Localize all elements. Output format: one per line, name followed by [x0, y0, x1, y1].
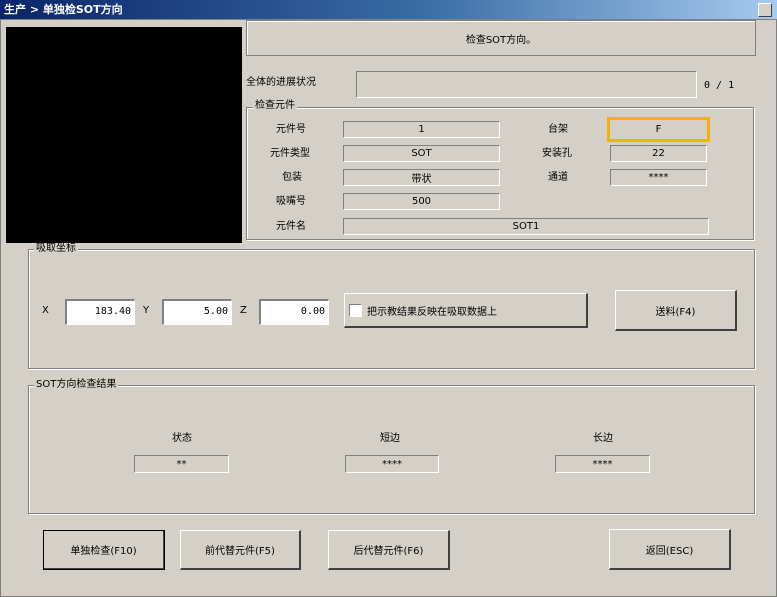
pickup-group-title: 吸取坐标 — [34, 243, 78, 255]
nozzle-value: 500 — [343, 193, 500, 210]
single-check-button[interactable]: 单独检查(F10) — [43, 530, 165, 570]
reflect-label: 把示教结果反映在吸取数据上 — [367, 306, 497, 318]
x-label: X — [42, 305, 49, 316]
part-no-label: 元件号 — [276, 124, 306, 135]
part-name-value: SOT1 — [343, 218, 709, 235]
y-label: Y — [143, 305, 150, 316]
package-value: 带状 — [343, 169, 500, 186]
part-no-value: 1 — [343, 121, 500, 138]
progress-count: 0 / 1 — [704, 80, 735, 91]
progress-label: 全体的进展状况 — [246, 77, 316, 88]
hole-label: 安装孔 — [542, 148, 572, 159]
package-label: 包装 — [282, 172, 302, 183]
stage-value: F — [607, 117, 710, 142]
reflect-checkbox-button[interactable]: 把示教结果反映在吸取数据上 — [344, 293, 588, 328]
window-control-button[interactable] — [758, 3, 772, 17]
result-group-title: SOT方向检查结果 — [34, 379, 119, 391]
part-name-label: 元件名 — [276, 221, 306, 232]
window-title: 生产 > 单独检SOT方向 — [0, 0, 777, 20]
back-button[interactable]: 返回(ESC) — [609, 529, 731, 570]
z-input[interactable]: 0.00 — [259, 299, 329, 325]
component-group-title: 检查元件 — [253, 100, 297, 112]
hole-value: 22 — [610, 145, 707, 162]
reflect-checkbox[interactable] — [349, 303, 362, 317]
short-edge-label: 短边 — [380, 433, 400, 444]
message-text: 检查SOT方向。 — [465, 34, 537, 46]
lane-value: **** — [610, 169, 707, 186]
result-group — [28, 385, 755, 514]
nozzle-label: 吸嘴号 — [276, 196, 306, 207]
status-value: ** — [134, 455, 229, 473]
short-edge-value: **** — [345, 455, 439, 473]
x-input[interactable]: 183.40 — [65, 299, 135, 325]
prev-alt-part-button[interactable]: 前代替元件(F5) — [180, 530, 301, 570]
long-edge-label: 长边 — [593, 433, 613, 444]
feed-button[interactable]: 送料(F4) — [615, 290, 737, 331]
message-panel: 检查SOT方向。 — [246, 20, 756, 56]
lane-label: 通道 — [548, 172, 568, 183]
progress-bar — [356, 71, 697, 98]
y-input[interactable]: 5.00 — [162, 299, 232, 325]
part-type-label: 元件类型 — [270, 148, 310, 159]
part-type-value: SOT — [343, 145, 500, 162]
camera-view — [6, 27, 242, 243]
status-label: 状态 — [172, 433, 192, 444]
stage-label: 台架 — [548, 124, 568, 135]
next-alt-part-button[interactable]: 后代替元件(F6) — [328, 530, 450, 570]
long-edge-value: **** — [555, 455, 650, 473]
z-label: Z — [240, 305, 247, 316]
